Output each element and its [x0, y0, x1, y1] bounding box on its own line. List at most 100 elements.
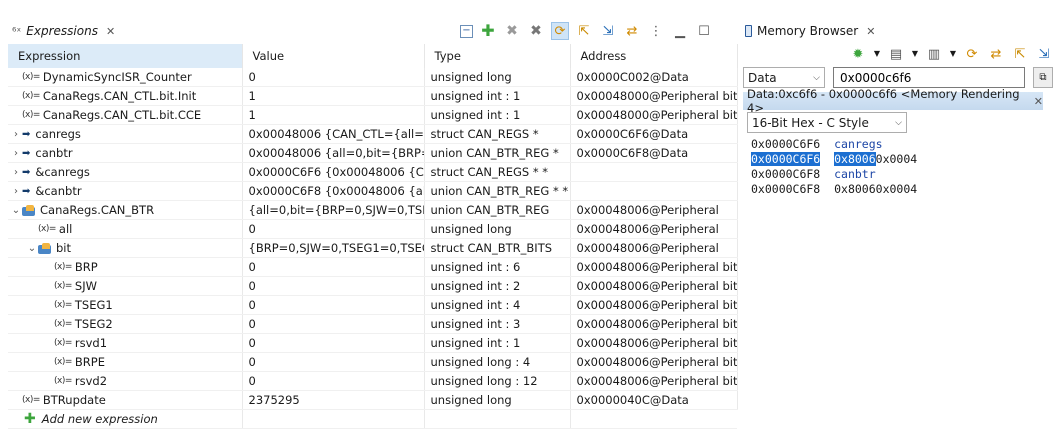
view-menu-icon[interactable]: ⋮ [647, 22, 665, 40]
expression-cell[interactable]: (x)= TSEG2 [8, 314, 243, 334]
expand-chevron-icon[interactable]: › [10, 129, 22, 140]
expressions-tab[interactable]: ⁶ˣ Expressions ✕ [8, 20, 121, 42]
table-row[interactable]: (x)= TSEG1 0 unsigned int : 4 0x00048006@… [8, 295, 738, 315]
expand-chevron-icon[interactable]: › [10, 167, 22, 178]
memory-line[interactable]: 0x0000C6F8 canbtr [751, 167, 917, 182]
table-row[interactable]: ›➡ &canregs 0x0000C6F6 {0x00048006 {CAN_.… [8, 162, 738, 182]
refresh-icon[interactable]: ⇄ [623, 22, 641, 40]
table-row[interactable]: ⌄ CanaRegs.CAN_BTR {all=0,bit={BRP=0,SJW=… [8, 200, 738, 220]
table-row[interactable]: ›➡ canbtr 0x00048006 {all=0,bit={BRP=0,S.… [8, 143, 738, 163]
dropdown-arrow-icon[interactable]: ▼ [873, 45, 881, 63]
expression-cell[interactable]: (x)= SJW [8, 276, 243, 296]
expression-cell[interactable]: (x)= CanaRegs.CAN_CTL.bit.CCE [8, 105, 243, 125]
expression-cell[interactable]: › ➡ canbtr [8, 143, 243, 163]
expression-cell[interactable]: ⌄ bit [8, 238, 243, 258]
remove-all-icon[interactable]: ✖ [527, 22, 545, 40]
value-cell[interactable]: 0x0000C6F6 {0x00048006 {CAN_... [242, 162, 425, 182]
value-cell[interactable]: 0 [242, 352, 425, 372]
column-header-address[interactable]: Address [570, 44, 738, 68]
add-expression-row[interactable]: ✚ Add new expression [8, 409, 737, 429]
memory-line[interactable]: 0x0000C6F6 canregs [751, 137, 917, 152]
continuous-refresh-icon[interactable]: ⟳ [551, 22, 569, 40]
value-cell[interactable]: 0x0000C6F8 {0x00048006 {all=0,... [242, 181, 425, 201]
memory-line[interactable]: 0x0000C6F8 0x80060x0004 [751, 182, 917, 197]
table-row[interactable]: (x)= rsvd2 0 unsigned long : 12 0x0004800… [8, 371, 738, 391]
memory-address-input[interactable] [833, 67, 1025, 88]
expression-cell[interactable]: › ➡ canregs [8, 124, 243, 144]
value-cell[interactable]: {BRP=0,SJW=0,TSEG1=0,TSEG2... [242, 238, 425, 258]
table-row[interactable]: ⌄ bit {BRP=0,SJW=0,TSEG1=0,TSEG2... struc… [8, 238, 738, 258]
export-icon[interactable]: ⇱ [575, 22, 593, 40]
table-row[interactable]: (x)= DynamicSyncISR_Counter 0 unsigned lo… [8, 68, 738, 87]
expression-cell[interactable]: (x)= DynamicSyncISR_Counter [8, 68, 243, 87]
table-row[interactable]: (x)= CanaRegs.CAN_CTL.bit.CCE 1 unsigned … [8, 105, 738, 125]
maximize-icon[interactable]: ☐ [695, 22, 713, 40]
add-expression-cell[interactable]: ✚ Add new expression [8, 409, 243, 429]
add-expression-icon[interactable]: ✚ [479, 22, 497, 40]
expression-cell[interactable]: › ➡ &canbtr [8, 181, 243, 201]
value-cell[interactable]: 0 [242, 371, 425, 391]
import-icon[interactable]: ⇲ [1035, 45, 1053, 63]
refresh-icon[interactable]: ⟳ [963, 45, 981, 63]
value-cell[interactable]: 0 [242, 257, 425, 277]
value-cell[interactable]: 2375295 [242, 390, 425, 410]
close-icon[interactable]: ✕ [866, 25, 875, 38]
column-header-type[interactable]: Type [424, 44, 571, 68]
value-cell[interactable]: {all=0,bit={BRP=0,SJW=0,TSEG... [242, 200, 425, 220]
memory-word[interactable]: 0x8006 [834, 152, 876, 166]
export-icon[interactable]: ⇱ [1011, 45, 1029, 63]
memory-word[interactable]: 0x0004 [876, 182, 918, 196]
collapse-chevron-icon[interactable]: ⌄ [26, 243, 38, 254]
close-icon[interactable]: ✕ [1034, 95, 1043, 108]
dropdown-arrow-icon[interactable]: ▼ [949, 45, 957, 63]
value-cell[interactable]: 0 [242, 219, 425, 239]
value-cell[interactable]: 1 [242, 105, 425, 125]
table-row[interactable]: (x)= BRP 0 unsigned int : 6 0x00048006@Pe… [8, 257, 738, 277]
memory-map-icon[interactable]: ▥ [925, 45, 943, 63]
new-tab-icon[interactable]: ▤ [887, 45, 905, 63]
connect-icon[interactable]: ✹ [849, 45, 867, 63]
value-cell[interactable]: 1 [242, 86, 425, 106]
memory-word[interactable]: 0x0004 [876, 152, 918, 166]
value-cell[interactable]: 0 [242, 295, 425, 315]
expression-cell[interactable]: (x)= all [8, 219, 243, 239]
memory-browser-tab[interactable]: Memory Browser ✕ [741, 20, 881, 42]
value-cell[interactable]: 0 [242, 314, 425, 334]
table-row[interactable]: (x)= all 0 unsigned long 0x00048006@Perip… [8, 219, 738, 239]
collapse-chevron-icon[interactable]: ⌄ [10, 205, 22, 216]
table-row[interactable]: ›➡ &canbtr 0x0000C6F8 {0x00048006 {all=0,… [8, 181, 738, 201]
column-header-value[interactable]: Value [242, 44, 425, 68]
expression-cell[interactable]: (x)= BRP [8, 257, 243, 277]
memory-format-select[interactable]: 16-Bit Hex - C Style ⌵ [747, 112, 907, 133]
value-cell[interactable]: 0 [242, 68, 425, 87]
expand-chevron-icon[interactable]: › [10, 186, 22, 197]
sync-icon[interactable]: ⇄ [987, 45, 1005, 63]
expand-chevron-icon[interactable]: › [10, 148, 22, 159]
memory-space-select[interactable]: Data ⌵ [743, 67, 825, 88]
value-cell[interactable]: 0x00048006 {all=0,bit={BRP=0,S... [242, 143, 425, 163]
table-row[interactable]: (x)= BTRupdate 2375295 unsigned long 0x00… [8, 390, 738, 410]
table-row[interactable]: (x)= CanaRegs.CAN_CTL.bit.Init 1 unsigned… [8, 86, 738, 106]
expression-cell[interactable]: ⌄ CanaRegs.CAN_BTR [8, 200, 243, 220]
expression-cell[interactable]: › ➡ &canregs [8, 162, 243, 182]
memory-line[interactable]: 0x0000C6F6 0x80060x0004 [751, 152, 917, 167]
go-icon[interactable]: ⧉ [1033, 67, 1053, 88]
memory-rendering-tab[interactable]: Data:0xc6f6 - 0x0000c6f6 <Memory Renderi… [743, 87, 1043, 115]
table-row[interactable]: ›➡ canregs 0x00048006 {CAN_CTL={all=0,b..… [8, 124, 738, 144]
expression-cell[interactable]: (x)= rsvd2 [8, 371, 243, 391]
import-icon[interactable]: ⇲ [599, 22, 617, 40]
minimize-icon[interactable]: ▁ [671, 22, 689, 40]
remove-expression-icon[interactable]: ✖ [503, 22, 521, 40]
table-row[interactable]: (x)= TSEG2 0 unsigned int : 3 0x00048006@… [8, 314, 738, 334]
expression-cell[interactable]: (x)= rsvd1 [8, 333, 243, 353]
expression-cell[interactable]: (x)= TSEG1 [8, 295, 243, 315]
value-cell[interactable]: 0x00048006 {CAN_CTL={all=0,b... [242, 124, 425, 144]
table-row[interactable]: (x)= BRPE 0 unsigned long : 4 0x00048006@… [8, 352, 738, 372]
expression-cell[interactable]: (x)= CanaRegs.CAN_CTL.bit.Init [8, 86, 243, 106]
expression-cell[interactable]: (x)= BRPE [8, 352, 243, 372]
dropdown-arrow-icon[interactable]: ▼ [911, 45, 919, 63]
table-row[interactable]: (x)= rsvd1 0 unsigned int : 1 0x00048006@… [8, 333, 738, 353]
memory-word[interactable]: 0x8006 [834, 182, 876, 196]
expression-cell[interactable]: (x)= BTRupdate [8, 390, 243, 410]
value-cell[interactable]: 0 [242, 276, 425, 296]
